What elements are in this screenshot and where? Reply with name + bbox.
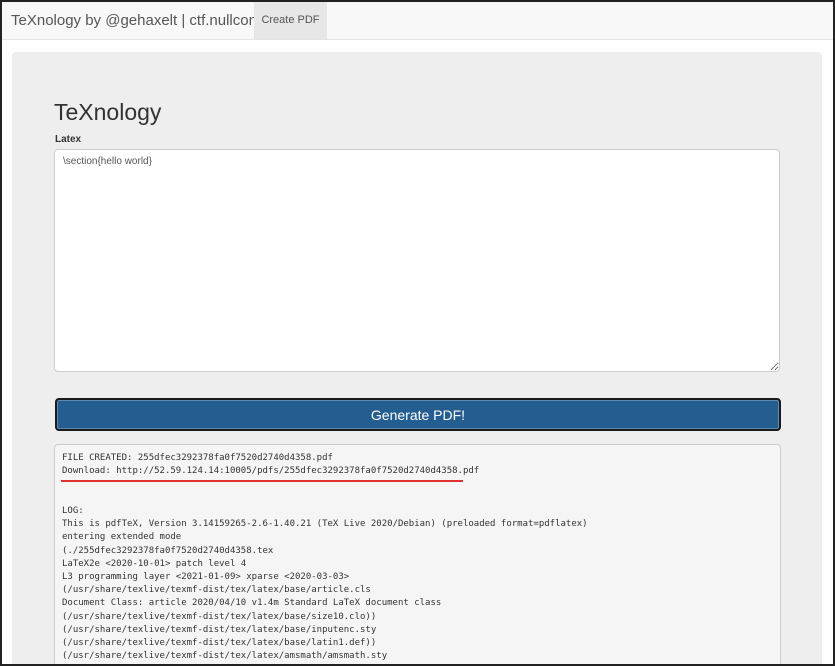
- log-line: (/usr/share/texlive/texmf-dist/tex/latex…: [62, 611, 377, 622]
- output-log: FILE CREATED: 255dfec3292378fa0f7520d274…: [54, 444, 781, 664]
- log-line: (/usr/share/texlive/texmf-dist/tex/latex…: [62, 638, 377, 648]
- log-line: (/usr/share/texlive/texmf-dist/tex/latex…: [62, 651, 388, 662]
- log-line: L3 programming layer <2021-01-09> xparse…: [62, 572, 350, 582]
- download-highlight-underline: [61, 480, 463, 482]
- file-created-line: FILE CREATED: 255dfec3292378fa0f7520d274…: [62, 453, 333, 463]
- log-line: LOG:: [62, 506, 84, 516]
- log-line: (/usr/share/texlive/texmf-dist/tex/latex…: [62, 585, 371, 596]
- log-line: (/usr/share/texlive/texmf-dist/tex/latex…: [62, 624, 377, 635]
- latex-label: Latex: [55, 134, 82, 145]
- main-panel: TeXnology Latex Generate PDF! FILE CREAT…: [12, 52, 822, 664]
- download-link[interactable]: Download: http://52.59.124.14:10005/pdfs…: [62, 465, 479, 478]
- log-line: Document Class: article 2020/04/10 v1.4m…: [62, 598, 442, 609]
- page-title: TeXnology: [54, 99, 162, 125]
- log-line: (./255dfec3292378fa0f7520d2740d4358.tex: [62, 545, 274, 556]
- browser-frame: TeXnology by @gehaxelt | ctf.nullcon.net…: [0, 0, 835, 666]
- latex-input[interactable]: [54, 149, 780, 372]
- log-line: entering extended mode: [62, 532, 182, 543]
- navbar: TeXnology by @gehaxelt | ctf.nullcon.net…: [2, 2, 833, 40]
- generate-pdf-button[interactable]: Generate PDF!: [55, 398, 781, 431]
- navbar-brand[interactable]: TeXnology by @gehaxelt | ctf.nullcon.net: [11, 12, 282, 29]
- log-line: This is pdfTeX, Version 3.14159265-2.6-1…: [62, 519, 588, 530]
- tab-create-pdf[interactable]: Create PDF: [254, 2, 327, 39]
- log-line: LaTeX2e <2020-10-01> patch level 4: [62, 558, 247, 569]
